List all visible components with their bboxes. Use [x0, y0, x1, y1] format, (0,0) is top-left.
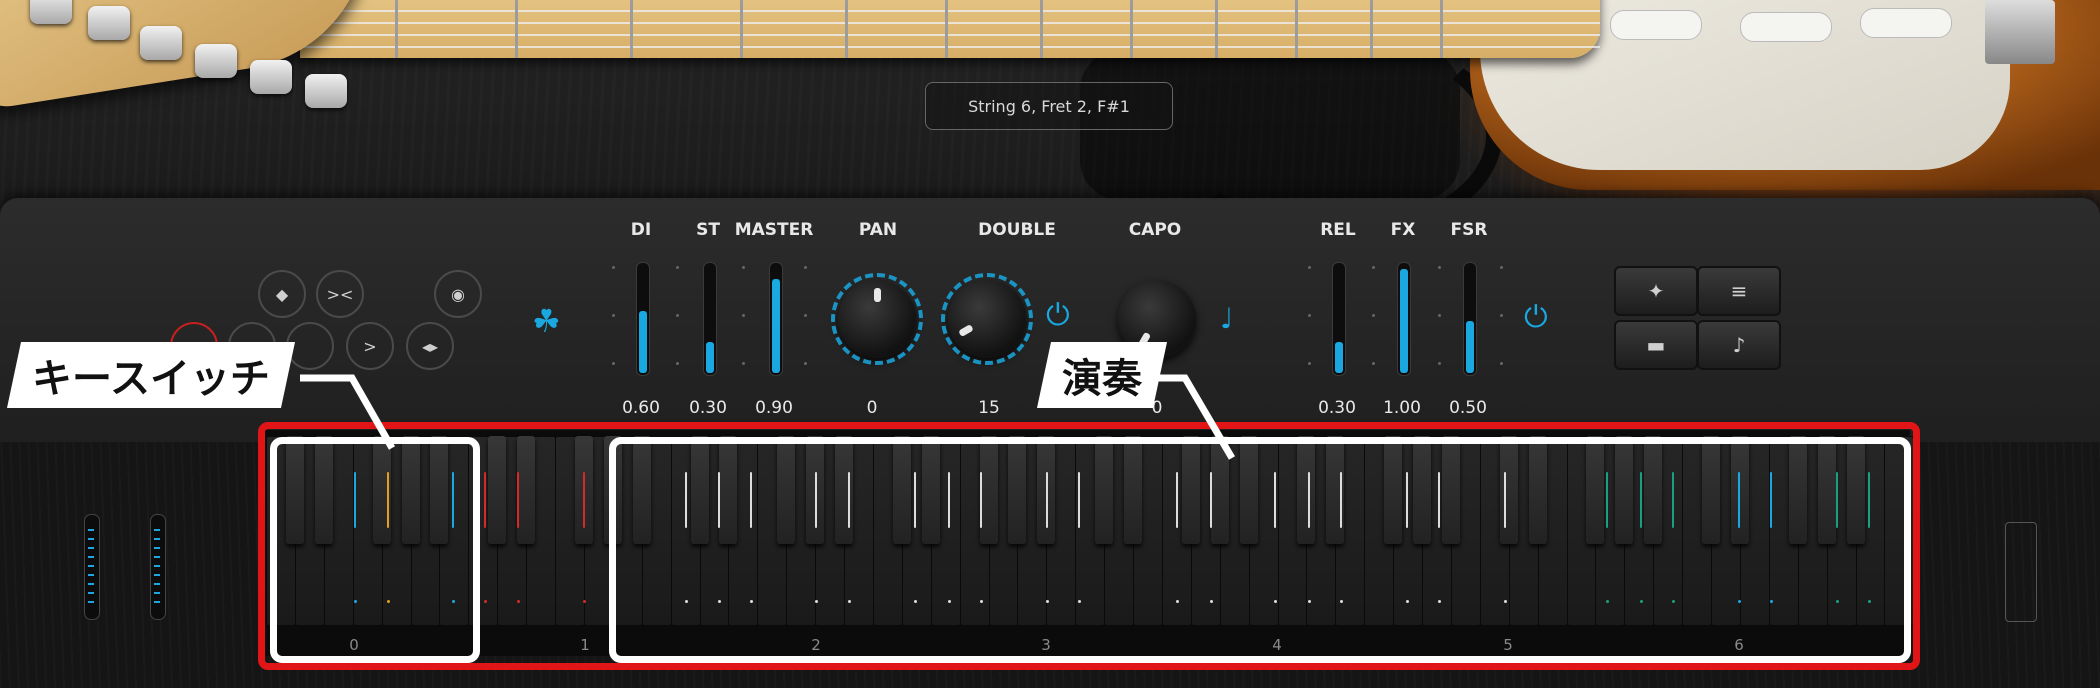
play-callout: 演奏	[1036, 342, 1168, 408]
keyswitch-callout: キースイッチ	[6, 342, 296, 408]
fader-scale	[1308, 262, 1312, 374]
fader-scale	[612, 262, 616, 374]
play-callout-line	[1150, 374, 1236, 460]
fader-scale	[804, 262, 808, 374]
fader-scale	[1372, 262, 1376, 374]
keyswitch-callout-line	[300, 374, 396, 450]
fader-scale	[1500, 262, 1504, 374]
fader-scale	[742, 262, 746, 374]
fader-scale	[676, 262, 680, 374]
fader-scale	[1438, 262, 1442, 374]
